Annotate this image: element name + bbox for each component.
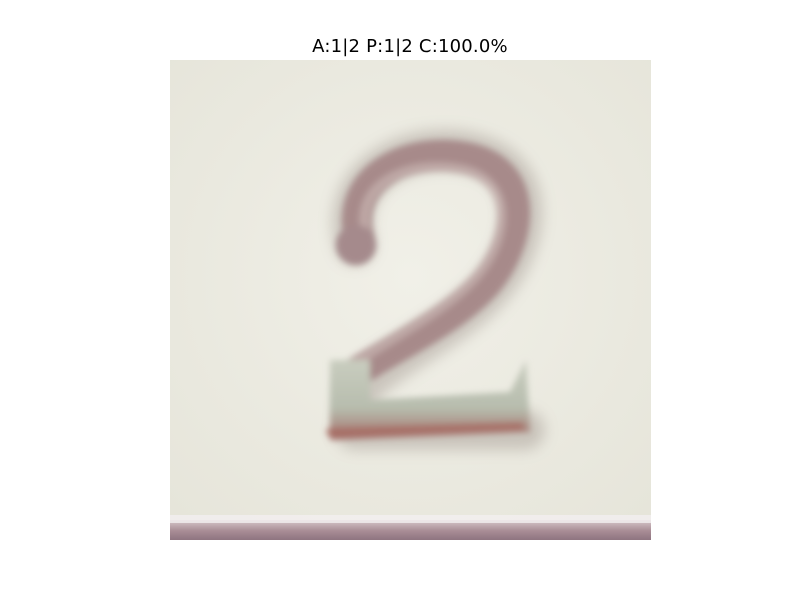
digit-image [170, 60, 651, 540]
figure: A:1|2 P:1|2 C:100.0% [0, 0, 800, 600]
digit-image-svg [170, 60, 651, 540]
figure-title: A:1|2 P:1|2 C:100.0% [312, 36, 508, 57]
tile-background [170, 60, 651, 540]
